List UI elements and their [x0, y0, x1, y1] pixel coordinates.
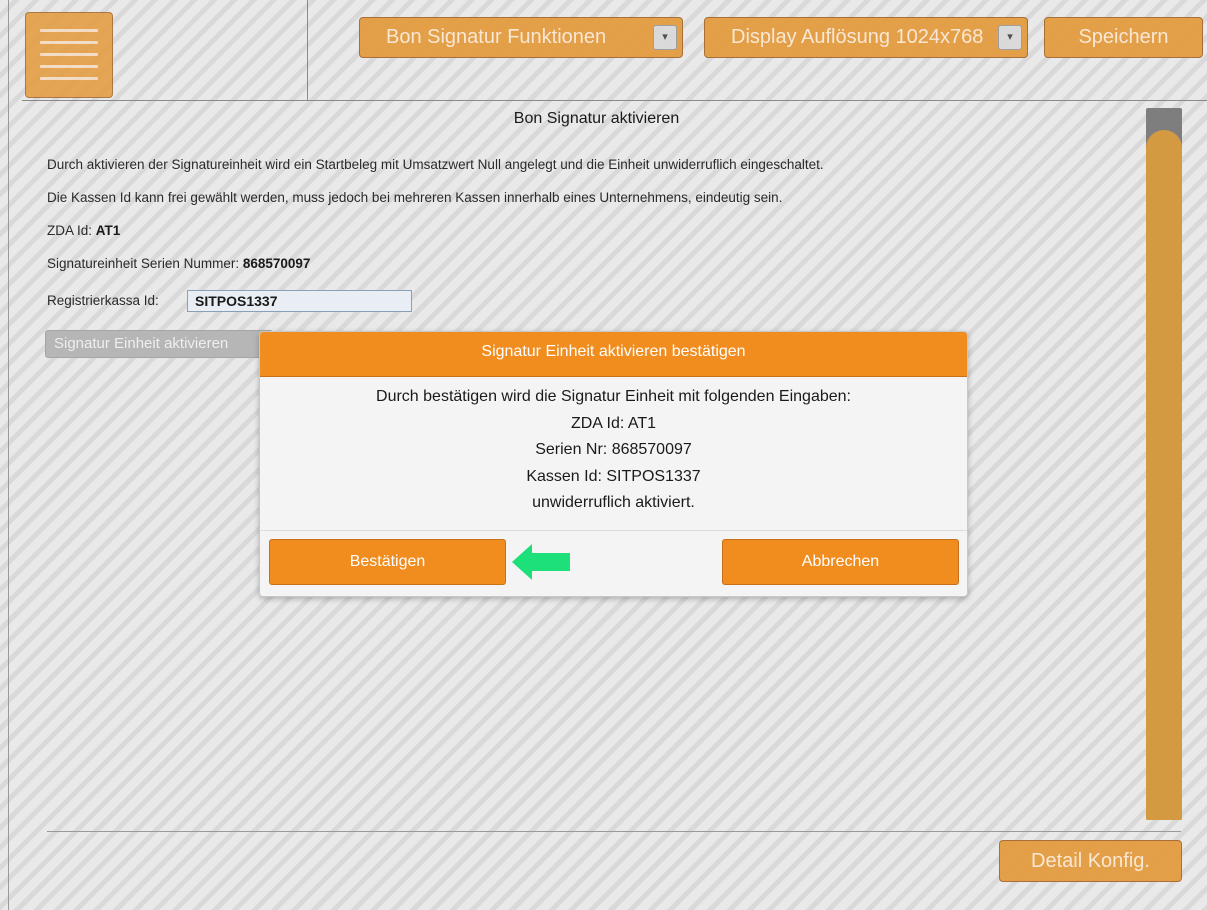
zda-id-label: ZDA Id:	[47, 223, 93, 238]
confirm-button[interactable]: Bestätigen	[269, 539, 506, 585]
activate-signature-button[interactable]: Signatur Einheit aktivieren	[45, 330, 273, 358]
dialog-separator	[260, 530, 967, 531]
page-title: Bon Signatur aktivieren	[513, 110, 680, 127]
description-line-1: Durch aktivieren der Signatureinheit wir…	[47, 157, 824, 172]
serial-number-label: Signatureinheit Serien Nummer:	[47, 256, 240, 271]
signature-functions-select[interactable]: Bon Signatur Funktionen ▾	[359, 17, 683, 58]
detail-config-button[interactable]: Detail Konfig.	[999, 840, 1182, 882]
dialog-line-zda: ZDA Id: AT1	[570, 414, 657, 432]
serial-number-row: Signatureinheit Serien Nummer: 868570097	[47, 256, 310, 271]
zda-id-row: ZDA Id: AT1	[47, 223, 120, 238]
chevron-down-icon[interactable]: ▾	[998, 25, 1022, 50]
scrollbar[interactable]	[1146, 108, 1182, 820]
dialog-line-outro: unwiderruflich aktiviert.	[532, 494, 695, 511]
chevron-down-icon[interactable]: ▾	[653, 25, 677, 50]
dialog-line-kasse: Kassen Id: SITPOS1337	[526, 467, 701, 485]
serial-number-value: 868570097	[242, 256, 311, 271]
dialog-title: Signatur Einheit aktivieren bestätigen	[260, 332, 967, 377]
header-divider	[307, 0, 308, 100]
display-resolution-select[interactable]: Display Auflösung 1024x768 ▾	[704, 17, 1028, 58]
scrollbar-thumb[interactable]	[1146, 130, 1182, 820]
dialog-line-serial: Serien Nr: 868570097	[535, 441, 692, 458]
kasse-id-label: Registrierkassa Id:	[47, 293, 159, 308]
display-resolution-select-label: Display Auflösung 1024x768	[731, 26, 984, 48]
footer-separator	[47, 831, 1181, 832]
dialog-line-intro: Durch bestätigen wird die Signatur Einhe…	[376, 388, 851, 405]
header-separator	[22, 100, 1207, 101]
zda-id-value: AT1	[95, 223, 121, 238]
confirm-dialog: Signatur Einheit aktivieren bestätigen D…	[259, 331, 968, 597]
description-line-2: Die Kassen Id kann frei gewählt werden, …	[47, 190, 783, 205]
green-arrow-icon	[512, 544, 570, 580]
hamburger-menu-button[interactable]	[25, 12, 113, 98]
frame-left-border	[8, 0, 9, 910]
save-button[interactable]: Speichern	[1044, 17, 1203, 58]
signature-functions-select-label: Bon Signatur Funktionen	[386, 26, 607, 48]
dialog-body: Durch bestätigen wird die Signatur Einhe…	[260, 384, 967, 517]
kasse-id-input[interactable]: SITPOS1337	[187, 290, 412, 312]
cancel-button[interactable]: Abbrechen	[722, 539, 959, 585]
